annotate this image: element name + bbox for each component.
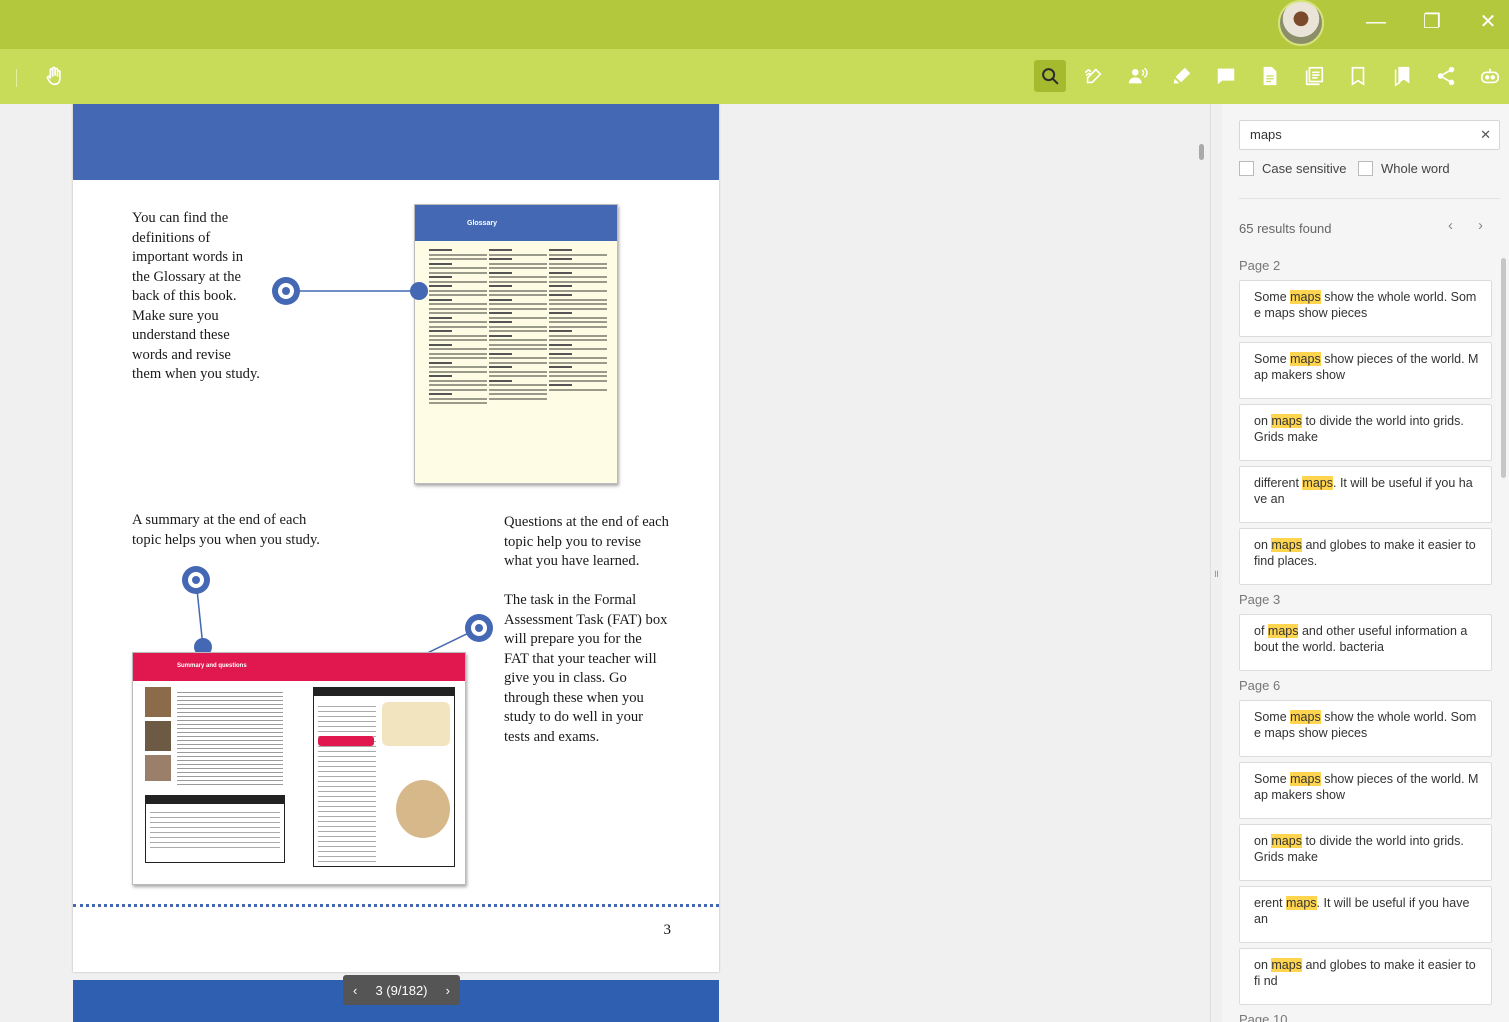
result-page-label: Page 3 [1239,592,1281,607]
search-icon[interactable] [1034,60,1066,92]
result-context-text: Some [1254,290,1291,304]
next-result-icon[interactable]: › [1478,217,1483,234]
result-context-text: erent [1254,896,1286,910]
search-input[interactable]: maps ✕ [1239,120,1500,150]
result-context-text: different [1254,476,1303,490]
previous-page-icon[interactable]: ‹ [353,983,357,998]
search-panel: maps ✕ Case sensitive Whole word 65 resu… [1222,104,1509,1022]
panel-splitter[interactable] [1210,104,1211,1022]
share-icon[interactable] [1430,60,1462,92]
whole-word-label: Whole word [1381,161,1450,176]
search-query[interactable]: maps [1250,127,1282,142]
result-context-text: Some [1254,352,1291,366]
search-result-item[interactable]: Some maps show the whole world. Som e ma… [1239,700,1492,757]
toolbar-divider [16,69,17,87]
close-button[interactable]: ✕ [1472,8,1504,36]
read-aloud-icon[interactable] [1122,60,1154,92]
panel-divider [1239,198,1500,199]
bookmark-icon[interactable] [1342,60,1374,92]
splitter-grip-icon[interactable]: ॥ [1213,566,1219,580]
summary-callout-marker [182,566,210,594]
draw-icon[interactable] [1078,60,1110,92]
result-match-highlight: maps [1271,958,1302,972]
case-sensitive-label: Case sensitive [1262,161,1347,176]
search-result-item[interactable]: on maps and globes to make it easier to … [1239,528,1492,585]
user-avatar[interactable] [1278,0,1324,46]
minimize-button[interactable]: — [1360,8,1392,36]
page-navigator: ‹ 3 (9/182) › [343,975,460,1005]
result-context-text: Some [1254,772,1291,786]
result-match-highlight: maps [1290,772,1321,786]
result-match-highlight: maps [1285,896,1317,910]
summary-paragraph: A summary at the end of each topic helps… [132,512,320,548]
pages-icon[interactable] [1298,60,1330,92]
search-result-item[interactable]: on maps to divide the world into grids. … [1239,824,1492,881]
fat-paragraph: The task in the Formal Assessment Task (… [504,592,668,745]
questions-paragraph: Questions at the end of each topic help … [504,514,669,569]
result-context-text: Some [1254,710,1291,724]
result-page-label: Page 10 [1239,1012,1288,1022]
search-result-item[interactable]: Some maps show the whole world. Som e ma… [1239,280,1492,337]
document-viewport[interactable]: You can find the definitions of importan… [0,104,1210,1022]
highlighter-icon[interactable] [1166,60,1198,92]
result-page-label: Page 6 [1239,678,1281,693]
results-count: 65 results found [1239,221,1332,236]
next-page-icon[interactable]: › [446,983,450,998]
robot-icon[interactable] [1474,60,1506,92]
page-icon[interactable] [1254,60,1286,92]
title-bar: — ❐ ✕ [0,0,1509,49]
search-result-item[interactable]: different maps. It will be useful if you… [1239,466,1492,523]
search-result-item[interactable]: of maps and other useful information a b… [1239,614,1492,671]
result-context-text: on [1254,834,1272,848]
bookmarks-icon[interactable] [1386,60,1418,92]
result-context-text: of [1254,624,1268,638]
glossary-callout-dot [410,282,428,300]
page-indicator[interactable]: 3 (9/182) [375,983,427,998]
result-match-highlight: maps [1271,414,1302,428]
result-page-label: Page 2 [1239,258,1281,273]
document-page: You can find the definitions of importan… [73,104,719,972]
result-match-highlight: maps [1302,476,1333,490]
toolbar [0,49,1509,104]
result-match-highlight: maps [1290,290,1321,304]
result-match-highlight: maps [1290,352,1321,366]
result-context-text: on [1254,414,1272,428]
summary-thumbnail: Summary and questions [132,652,466,885]
result-context-text: on [1254,958,1272,972]
summary-thumb-title: Summary and questions [133,653,465,681]
questions-callout-marker [465,614,493,642]
result-match-highlight: maps [1271,538,1302,552]
case-sensitive-option[interactable]: Case sensitive [1239,161,1347,176]
previous-result-icon[interactable]: ‹ [1448,217,1453,234]
whole-word-option[interactable]: Whole word [1358,161,1450,176]
result-match-highlight: maps [1290,710,1321,724]
search-result-item[interactable]: Some maps show pieces of the world. M ap… [1239,762,1492,819]
search-result-item[interactable]: on maps and globes to make it easier to … [1239,948,1492,1005]
summary-thumb-body [133,681,465,884]
comment-icon[interactable] [1210,60,1242,92]
panel-scrollbar-thumb[interactable] [1501,258,1506,478]
case-sensitive-checkbox[interactable] [1239,161,1254,176]
maximize-button[interactable]: ❐ [1416,8,1448,36]
result-match-highlight: maps [1267,624,1299,638]
document-scrollbar-thumb[interactable] [1199,144,1204,160]
glossary-callout-marker [272,277,300,305]
clear-search-icon[interactable]: ✕ [1480,121,1491,149]
whole-word-checkbox[interactable] [1358,161,1373,176]
search-result-item[interactable]: on maps to divide the world into grids. … [1239,404,1492,461]
page-divider [73,904,719,907]
search-result-item[interactable]: Some maps show pieces of the world. M ap… [1239,342,1492,399]
search-result-item[interactable]: erent maps. It will be useful if you hav… [1239,886,1492,943]
page-number: 3 [663,922,672,938]
result-match-highlight: maps [1271,834,1302,848]
hand-icon[interactable] [38,60,70,92]
result-context-text: on [1254,538,1272,552]
